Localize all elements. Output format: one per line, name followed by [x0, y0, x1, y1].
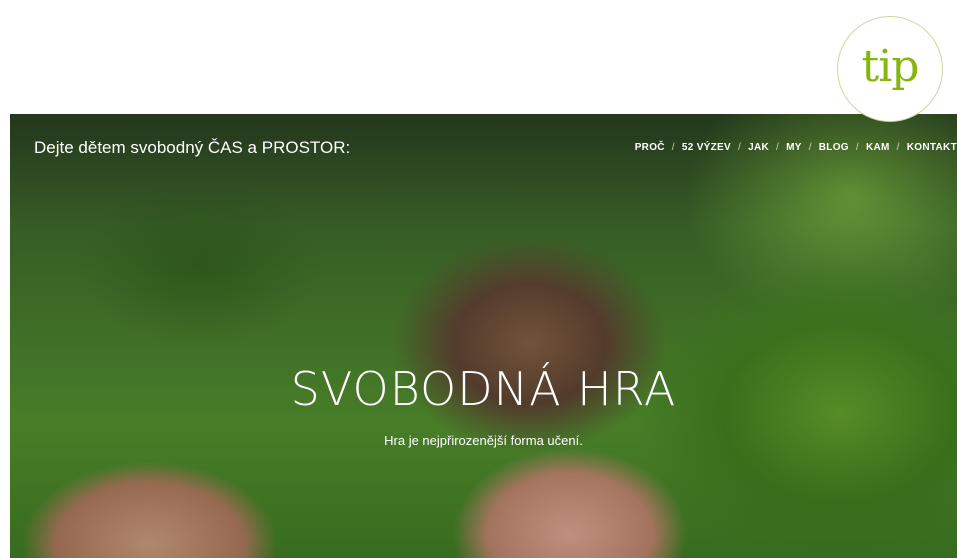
nav-separator: /: [671, 142, 675, 153]
nav-separator: /: [775, 142, 780, 153]
hero-title: SVOBODNÁ HRA: [290, 362, 677, 416]
site-title[interactable]: Dejte dětem svobodný ČAS a PROSTOR:: [34, 138, 350, 158]
hero-banner: Dejte dětem svobodný ČAS a PROSTOR: PROČ…: [10, 114, 957, 558]
nav-separator: /: [808, 142, 812, 153]
nav-item-jak[interactable]: JAK: [748, 142, 769, 153]
hero-subtitle: Hra je nejpřirozenější forma učení.: [384, 433, 583, 448]
tip-logo-text: tip: [861, 40, 920, 92]
nav-separator: /: [737, 142, 742, 153]
main-nav: PROČ / 52 VÝZEV / JAK / MY / BLOG / KAM …: [635, 142, 957, 153]
nav-item-my[interactable]: MY: [786, 142, 802, 153]
nav-item-proc[interactable]: PROČ: [635, 142, 665, 153]
nav-separator: /: [855, 142, 859, 153]
tip-logo-badge[interactable]: tip: [837, 16, 943, 122]
nav-item-kam[interactable]: KAM: [866, 142, 890, 153]
nav-item-kontakt[interactable]: KONTAKT: [907, 142, 957, 153]
nav-item-52-vyzev[interactable]: 52 VÝZEV: [682, 142, 731, 153]
nav-item-blog[interactable]: BLOG: [819, 142, 849, 153]
nav-separator: /: [896, 142, 900, 153]
